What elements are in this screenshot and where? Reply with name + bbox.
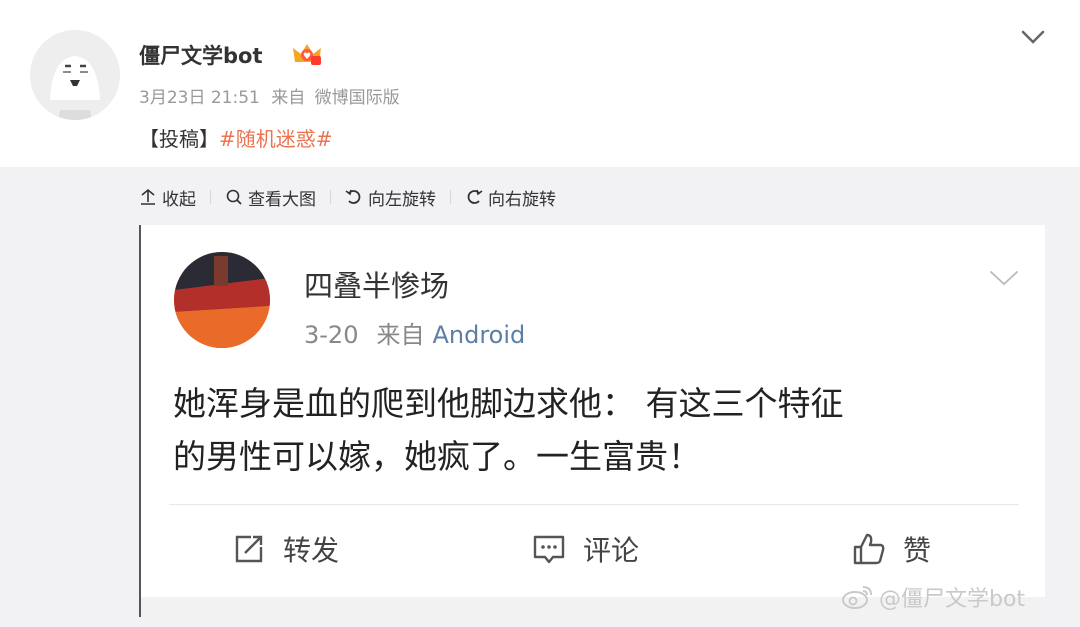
toolbar-divider (450, 190, 451, 204)
user-avatar[interactable] (30, 30, 120, 120)
like-label: 赞 (903, 534, 932, 567)
repost-label: 转发 (283, 534, 340, 567)
embedded-screenshot[interactable]: 四叠半惨场 3-20 来自 Android 她浑身是血的爬到他脚边求他： 有这三个特… (139, 225, 1045, 617)
collapse-button[interactable]: 收起 (139, 185, 196, 210)
view-large-button[interactable]: 查看大图 (225, 185, 316, 210)
inner-date: 3-20 (304, 321, 359, 349)
post-header: 僵尸文学bot ♥ 3月23日 21:51 来自 微博国际版 【投稿】#随机迷惑… (0, 0, 1080, 167)
topic-link[interactable]: #随机迷惑# (219, 127, 333, 151)
rotate-right-label: 向右旋转 (488, 189, 556, 210)
like-icon (851, 531, 887, 567)
chevron-down-icon[interactable] (1018, 26, 1048, 48)
repost-button: 转发 (231, 529, 339, 569)
vip-crown-icon: ♥ (289, 40, 325, 68)
svg-text:♥: ♥ (303, 52, 311, 62)
post-date[interactable]: 3月23日 21:51 (139, 88, 260, 108)
collapse-icon (139, 188, 157, 206)
post-text-prefix: 【投稿】 (139, 127, 219, 151)
rotate-left-button[interactable]: 向左旋转 (345, 185, 436, 210)
toolbar-divider (210, 190, 211, 204)
view-large-label: 查看大图 (248, 189, 316, 210)
comment-icon (531, 531, 567, 567)
chevron-down-icon (987, 267, 1021, 289)
collapse-label: 收起 (162, 189, 196, 210)
inner-text-line: 的男性可以嫁，她疯了。一生富贵！ (173, 437, 701, 476)
post-text: 【投稿】#随机迷惑# (139, 123, 333, 152)
toolbar-divider (330, 190, 331, 204)
media-area: 收起 查看大图 向左旋转 向右旋转 四叠半惨场 3-20 来自 Android … (0, 167, 1080, 627)
inner-avatar (174, 252, 270, 348)
inner-source: Android (432, 321, 526, 349)
inner-source-prefix: 来自 (376, 321, 425, 349)
media-toolbar: 收起 查看大图 向左旋转 向右旋转 (139, 185, 556, 210)
post-source-prefix: 来自 (271, 88, 306, 108)
watermark-text: @僵尸文学bot (879, 587, 1026, 612)
repost-icon (231, 531, 267, 567)
comment-button: 评论 (531, 529, 639, 569)
rotate-left-label: 向左旋转 (368, 189, 436, 210)
weibo-logo-icon (841, 583, 875, 611)
like-button: 赞 (851, 529, 931, 569)
rotate-right-icon (465, 188, 483, 206)
comment-label: 评论 (583, 534, 640, 567)
inner-author-name: 四叠半惨场 (304, 269, 450, 303)
rotate-left-icon (345, 188, 363, 206)
inner-meta: 3-20 来自 Android (304, 315, 525, 350)
inner-text-line: 她浑身是血的爬到他脚边求他： 有这三个特征 (173, 384, 844, 423)
post-meta: 3月23日 21:51 来自 微博国际版 (139, 83, 400, 108)
inner-post-text: 她浑身是血的爬到他脚边求他： 有这三个特征 的男性可以嫁，她疯了。一生富贵！ (173, 377, 1023, 483)
watermark: @僵尸文学bot (841, 581, 1025, 613)
post-author-name[interactable]: 僵尸文学bot (139, 40, 263, 70)
search-icon (225, 188, 243, 206)
rotate-right-button[interactable]: 向右旋转 (465, 185, 556, 210)
avatar-image (30, 30, 120, 120)
post-source[interactable]: 微博国际版 (315, 88, 400, 108)
divider (169, 504, 1019, 505)
